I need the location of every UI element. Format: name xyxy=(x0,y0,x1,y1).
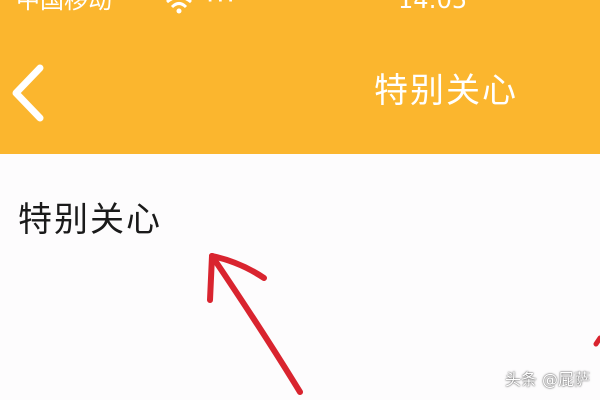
app-header: 中国移动 ··· 14:05 特别关心 xyxy=(0,0,600,154)
more-dots-icon: ··· xyxy=(206,0,237,16)
status-time: 14:05 xyxy=(398,0,468,14)
back-button[interactable] xyxy=(6,62,50,124)
wifi-icon xyxy=(166,0,192,14)
chevron-left-icon xyxy=(12,64,44,122)
carrier-name: 中国移动 xyxy=(16,0,112,14)
watermark: 头条 @屁萨 xyxy=(504,370,590,389)
list-item-special-care[interactable]: 特别关心 xyxy=(0,154,600,250)
list-item-label: 特别关心 xyxy=(18,200,162,240)
status-bar: 中国移动 ··· 14:05 xyxy=(0,0,600,24)
page-title: 特别关心 xyxy=(374,71,518,111)
